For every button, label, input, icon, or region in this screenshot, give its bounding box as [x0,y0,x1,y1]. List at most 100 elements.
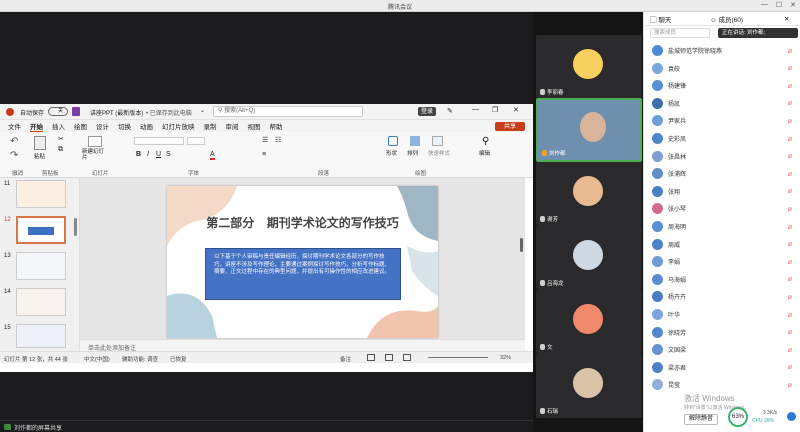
align-icon[interactable]: ≡ [262,151,266,158]
tab-members[interactable]: ☺ 成员(60) [710,14,770,24]
bold-icon[interactable]: B [136,151,141,158]
member-row[interactable]: 马海娟 ⌀ [644,271,800,288]
muted-mic-icon[interactable]: ⌀ [788,152,792,160]
shape-icon[interactable] [388,136,398,146]
arrange-icon[interactable] [410,136,420,146]
video-tile[interactable]: 文 [536,290,642,354]
thumb-scrollbar[interactable] [74,218,77,236]
menu-animations[interactable]: 动画 [140,121,153,131]
save-icon[interactable] [72,107,80,116]
reading-view-icon[interactable] [403,354,411,361]
muted-mic-icon[interactable]: ⌀ [788,47,792,55]
font-color-icon[interactable]: A [210,151,215,160]
chevron-down-icon[interactable]: ⌄ [200,107,205,114]
member-row[interactable]: 杨凯 ⌀ [644,95,800,112]
numbering-icon[interactable]: ☷ [275,136,281,144]
member-row[interactable]: 史彩凤 ⌀ [644,130,800,147]
menu-draw[interactable]: 绘图 [74,121,87,131]
muted-mic-icon[interactable]: ⌀ [788,187,792,195]
tab-chat[interactable]: ▢ 聊天 [650,14,710,24]
thumb-slide[interactable] [16,180,66,208]
sorter-view-icon[interactable] [385,354,393,361]
menu-transitions[interactable]: 切换 [118,121,131,131]
muted-mic-icon[interactable]: ⌀ [788,275,792,283]
zoom-level[interactable]: 32% [500,355,511,361]
member-row[interactable]: 尹家兵 ⌀ [644,112,800,129]
menu-view[interactable]: 视图 [248,121,261,131]
muted-mic-icon[interactable]: ⌀ [788,82,792,90]
thumb-slide[interactable] [16,324,66,348]
muted-mic-icon[interactable]: ⌀ [788,258,792,266]
notes-pane[interactable]: 单击此处添加备注 [80,339,525,352]
search-box[interactable]: ⚲ 搜索(Alt+Q) [213,106,363,117]
login-button[interactable]: 登录 [418,107,436,116]
member-row[interactable]: 梁亦君 ⌀ [644,359,800,376]
underline-icon[interactable]: U [156,151,161,158]
current-slide[interactable]: 第二部分 期刊学术论文的写作技巧 以下基于个人审稿与责任编辑经历，探讨期刊学术论… [167,186,438,338]
menu-file[interactable]: 文件 [8,121,21,131]
muted-mic-icon[interactable]: ⌀ [788,363,792,371]
muted-mic-icon[interactable]: ⌀ [788,346,792,354]
muted-mic-icon[interactable]: ⌀ [788,135,792,143]
accessibility[interactable]: 辅助功能: 调查 [122,355,158,363]
thumb-slide[interactable] [16,252,66,280]
close-ppt-icon[interactable]: ✕ [513,106,519,114]
close-icon[interactable]: ✕ [790,1,796,9]
video-tile[interactable]: 石瑞 [536,354,642,418]
muted-mic-icon[interactable]: ⌀ [788,240,792,248]
minimize-ppt-icon[interactable]: — [472,106,479,113]
member-row[interactable]: 张浦辉 ⌀ [644,165,800,182]
member-row[interactable]: 袁皎 ⌀ [644,60,800,77]
member-row[interactable]: 李娟 ⌀ [644,253,800,270]
quick-style-icon[interactable] [432,136,443,146]
unmute-all-button[interactable]: 解除静音 [684,414,718,425]
bullets-icon[interactable]: ☰ [262,136,268,144]
member-search-input[interactable]: 搜索成员 [650,28,710,38]
muted-mic-icon[interactable]: ⌀ [788,117,792,125]
thumb-slide[interactable] [16,288,66,316]
accelerate-icon[interactable] [787,412,796,421]
member-row[interactable]: 张小琴 ⌀ [644,200,800,217]
muted-mic-icon[interactable]: ⌀ [788,223,792,231]
thumb-slide-selected[interactable] [16,216,66,244]
font-name-select[interactable] [134,137,184,145]
video-tile-active-speaker[interactable]: 刘作都 [536,98,642,162]
menu-record[interactable]: 录制 [204,121,217,131]
member-row[interactable]: 杨建锋 ⌀ [644,77,800,94]
menu-insert[interactable]: 插入 [52,121,65,131]
minimize-icon[interactable]: — [761,1,768,9]
member-row[interactable]: 文国梁 ⌀ [644,341,800,358]
restore-ppt-icon[interactable]: ❐ [492,106,498,114]
muted-mic-icon[interactable]: ⌀ [788,205,792,213]
zoom-slider[interactable] [428,357,488,358]
autosave-toggle[interactable]: 关 [48,107,68,116]
member-row[interactable]: 周威 ⌀ [644,236,800,253]
menu-help[interactable]: 帮助 [270,121,283,131]
strikethrough-icon[interactable]: S [166,151,171,158]
undo-icon[interactable]: ↶ [10,136,18,147]
video-tile[interactable]: 李丽春 [536,35,642,99]
muted-mic-icon[interactable]: ⌀ [788,170,792,178]
muted-mic-icon[interactable]: ⌀ [788,64,792,72]
share-button[interactable]: 共享 [495,122,525,131]
muted-mic-icon[interactable]: ⌀ [788,99,792,107]
font-size-select[interactable] [187,137,205,145]
cut-icon[interactable]: ✂ [58,135,64,143]
member-row[interactable]: 昆莹 ⌀ [644,376,800,393]
edit-icon[interactable]: ⚲ [482,136,489,147]
italic-icon[interactable]: I [147,151,149,158]
menu-slideshow[interactable]: 幻灯片放映 [162,121,195,131]
notes-button[interactable]: 备注 [340,355,351,363]
member-row[interactable]: 盐城师范学院徐晓燕 ⌀ [644,42,800,59]
maximize-icon[interactable]: ☐ [776,1,782,9]
menu-review[interactable]: 审阅 [226,121,239,131]
copy-icon[interactable]: ⧉ [58,146,63,154]
close-panel-icon[interactable]: ✕ [784,15,789,23]
video-tile[interactable]: 谢芳 [536,162,642,226]
member-row[interactable]: 周海明 ⌀ [644,218,800,235]
muted-mic-icon[interactable]: ⌀ [788,381,792,389]
video-tile[interactable]: 吕海龙 [536,226,642,290]
member-row[interactable]: 张昌林 ⌀ [644,148,800,165]
canvas-scrollbar[interactable] [520,238,523,252]
new-slide-icon[interactable] [88,136,102,147]
